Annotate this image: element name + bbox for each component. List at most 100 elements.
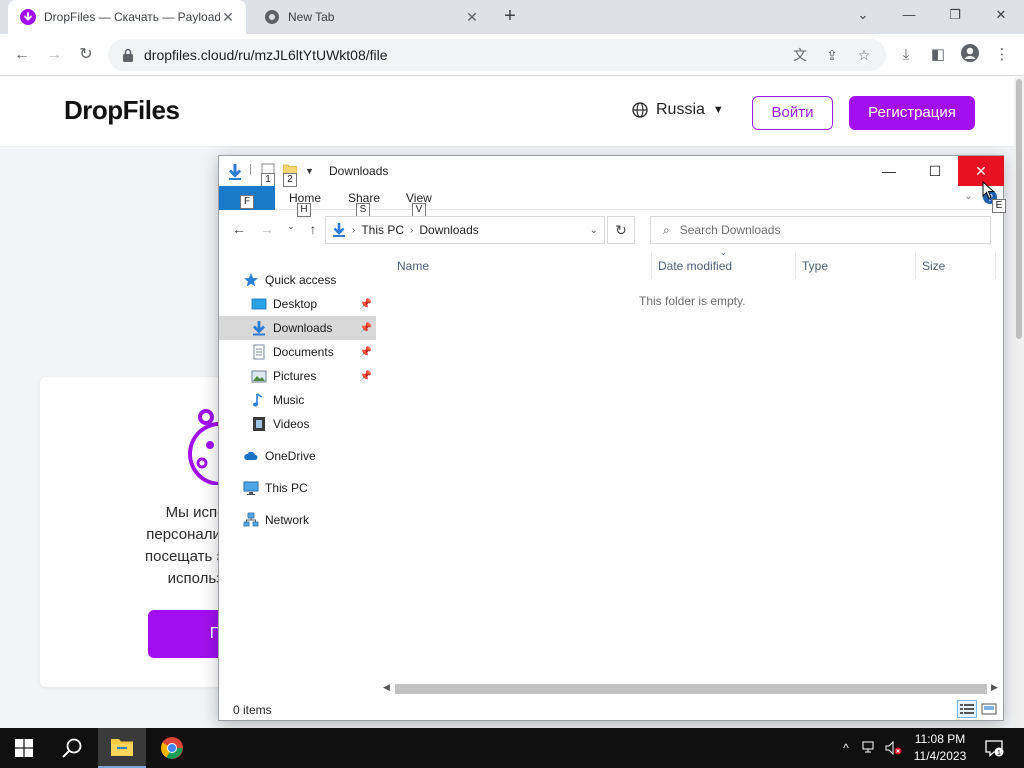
tray-overflow-chevron-icon[interactable]: ^ [836,728,856,768]
restore-icon[interactable]: ❐ [932,0,978,30]
file-explorer-taskbar-icon[interactable] [98,728,146,768]
downloads-arrow-icon [333,223,345,237]
nav-downloads[interactable]: Downloads 📌 [219,316,376,340]
new-tab-plus-icon[interactable]: + [500,6,520,26]
nav-videos[interactable]: Videos [219,412,376,436]
cloud-icon [243,448,259,464]
scroll-right-icon[interactable]: ▶ [991,682,998,693]
navigation-pane: Quick access Desktop 📌 Downloads 📌 Docum… [219,256,376,676]
tab-search-chevron-icon[interactable]: ⌄ [840,0,886,30]
explorer-address-bar[interactable]: › This PC › Downloads ⌄ [325,216,605,244]
kebab-menu-icon[interactable]: ⋮ [990,43,1014,67]
search-input[interactable] [679,223,980,237]
chevron-down-icon: ▼ [712,104,724,116]
separator: | [249,163,252,175]
up-arrow-icon[interactable]: ↑ [303,221,323,237]
scroll-thumb[interactable] [395,684,987,694]
start-windows-icon[interactable] [0,728,48,768]
explorer-back-icon[interactable]: ← [229,221,249,237]
chrome-taskbar-icon[interactable] [148,728,196,768]
downloads-arrow-icon[interactable] [227,163,243,184]
ribbon-tabs: F Home H Share S View V ⌄ ? E [219,186,1006,217]
column-divider[interactable] [795,253,796,279]
column-header-date-modified[interactable]: Date modified [658,259,732,273]
close-icon[interactable]: ✕ [978,0,1024,30]
breadcrumb-separator-icon[interactable]: › [352,225,355,236]
breadcrumb-separator-icon[interactable]: › [410,225,413,236]
recent-locations-chevron-icon[interactable]: ⌄ [281,221,301,232]
search-downloads-box[interactable]: ⌕ [650,216,991,244]
explorer-minimize-icon[interactable]: — [866,156,912,186]
forward-arrow-icon[interactable]: → [42,43,66,67]
dropfiles-logo[interactable]: DropFiles [64,95,180,126]
notification-count: 1 [997,750,1001,757]
nav-music[interactable]: Music [219,388,376,412]
customize-qa-chevron-icon[interactable]: ▼ [305,166,314,176]
lock-icon[interactable] [122,48,134,62]
column-header-size[interactable]: Size [922,259,945,273]
pictures-icon [251,368,267,384]
tab-close-icon[interactable]: ✕ [464,9,480,26]
tab-new-tab[interactable]: New Tab ✕ [252,0,490,34]
pin-icon: 📌 [359,346,372,358]
side-panel-icon[interactable]: ◧ [926,43,950,67]
large-icons-view-icon[interactable] [979,700,999,718]
notifications-icon[interactable]: 1 [982,728,1006,768]
network-status-icon[interactable] [860,728,880,768]
page-scrollbar-thumb[interactable] [1016,79,1022,339]
breadcrumb-this-pc[interactable]: This PC [361,223,404,237]
register-button[interactable]: Регистрация [849,96,975,130]
column-divider[interactable] [651,253,652,279]
music-icon [251,392,267,408]
chrome-favicon-icon [264,9,280,25]
column-divider[interactable] [915,253,916,279]
minimize-icon[interactable]: — [886,0,932,30]
profile-avatar-icon[interactable] [958,43,982,67]
column-header-name[interactable]: Name [397,259,429,273]
tab-dropfiles[interactable]: DropFiles — Скачать — Payload ✕ [8,0,246,34]
scroll-track[interactable] [395,684,987,694]
file-explorer-window: | 1 2 ▼ Downloads — ☐ ✕ F Home H Share S… [218,155,1006,721]
taskbar-search-icon[interactable] [48,728,96,768]
page-scrollbar[interactable] [1014,77,1024,728]
horizontal-scrollbar[interactable]: ◀ ▶ [379,681,1003,697]
pin-icon: 📌 [359,322,372,334]
bookmark-star-icon[interactable]: ☆ [852,39,876,71]
address-bar[interactable]: dropfiles.cloud/ru/mzJL6ltYtUWkt08/file … [108,39,886,71]
back-arrow-icon[interactable]: ← [10,43,34,67]
tab-title: New Tab [288,10,335,24]
nav-documents[interactable]: Documents 📌 [219,340,376,364]
details-view-icon[interactable] [957,700,977,718]
login-button[interactable]: Войти [752,96,833,130]
explorer-close-icon[interactable]: ✕ [958,156,1004,186]
keytip-share: S [356,203,370,217]
nav-pictures[interactable]: Pictures 📌 [219,364,376,388]
breadcrumb-downloads[interactable]: Downloads [419,223,478,237]
refresh-icon[interactable]: ↻ [607,216,635,244]
tab-close-icon[interactable]: ✕ [220,9,236,26]
ribbon-file-tab[interactable]: F [219,186,275,210]
column-divider[interactable] [995,253,996,279]
nav-quick-access[interactable]: Quick access [219,268,376,292]
share-icon[interactable]: ⇪ [820,39,844,71]
column-header-type[interactable]: Type [802,259,828,273]
desktop-icon [251,296,267,312]
nav-network[interactable]: Network [219,508,376,532]
keytip-file: F [240,195,254,209]
language-selector[interactable]: Russia ▼ [632,101,724,119]
explorer-forward-icon[interactable]: → [257,221,277,237]
scroll-left-icon[interactable]: ◀ [383,682,390,693]
address-dropdown-chevron-icon[interactable]: ⌄ [590,225,598,236]
nav-onedrive[interactable]: OneDrive [219,444,376,468]
download-icon[interactable]: ⤓ [894,43,918,67]
reload-icon[interactable]: ↻ [74,43,98,67]
explorer-maximize-icon[interactable]: ☐ [912,156,958,186]
taskbar-clock[interactable]: 11:08 PM 11/4/2023 [900,731,980,765]
ribbon-expand-chevron-icon[interactable]: ⌄ [964,191,972,202]
nav-desktop[interactable]: Desktop 📌 [219,292,376,316]
keytip-2: 2 [283,173,297,187]
language-label: Russia [656,101,705,118]
translate-icon[interactable]: 文 [788,39,812,71]
search-icon: ⌕ [663,222,670,237]
nav-this-pc[interactable]: This PC [219,476,376,500]
